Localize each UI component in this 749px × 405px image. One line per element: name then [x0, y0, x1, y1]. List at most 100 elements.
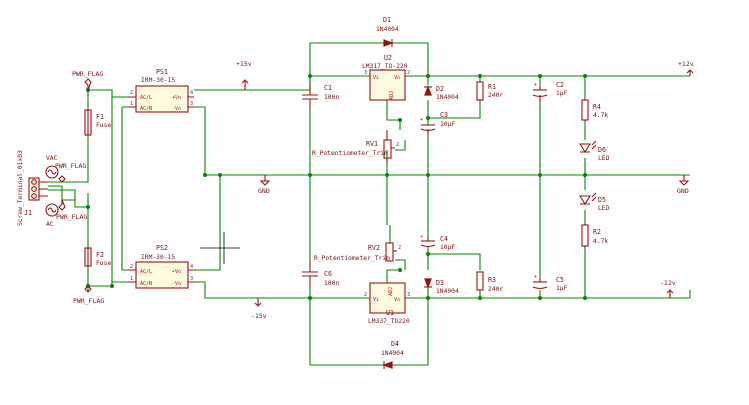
schematic-svg: PWR_FLAG PWR_FLAG PWR_FLAG PWR_FLAG Scre… — [17, 16, 694, 369]
power-n12v[interactable]: -12v — [660, 279, 676, 298]
led-d5[interactable]: D5 LED — [579, 192, 610, 212]
led-symbol — [579, 143, 591, 154]
diode-d2[interactable]: D2 1N4004 — [424, 85, 459, 101]
regulator-u2[interactable]: U2 LM317_TO-220 Vi Vo ADJ 3 2 — [362, 54, 410, 101]
svg-text:3: 3 — [407, 292, 410, 298]
junction — [398, 118, 402, 122]
wire-p15-rail — [194, 75, 370, 91]
c2-value: 1µF — [556, 90, 568, 97]
wire-ps2-vp — [194, 175, 221, 271]
capacitor-c5[interactable]: + C5 1µF — [532, 274, 568, 292]
wire-n15-rail — [194, 281, 370, 299]
u2-pin-vi: Vi — [373, 75, 379, 81]
sine-wave-icon — [47, 207, 57, 213]
svg-text:3: 3 — [190, 276, 193, 282]
potentiometer-rv1[interactable]: RV1 R_Potentiometer_Trim 2 — [312, 130, 399, 162]
power-gnd-left[interactable]: GND — [258, 175, 271, 195]
power-p15v[interactable]: +15v — [236, 60, 252, 90]
r2-value: 4.7k — [593, 238, 608, 245]
cap-plate-neg — [532, 286, 548, 290]
ground-icon — [259, 175, 271, 186]
diode-d1[interactable]: D1 1N4004 — [376, 16, 399, 47]
d6-ref: D6 — [598, 146, 606, 154]
potentiometer-rv2[interactable]: RV2 R_Potentiometer_Trim 2 — [314, 242, 401, 262]
pwr-flag-top[interactable]: PWR_FLAG — [72, 70, 103, 91]
svg-text:2: 2 — [364, 292, 367, 298]
power-n15v[interactable]: -15v — [251, 298, 267, 320]
svg-text:1: 1 — [130, 276, 133, 282]
pwr-flag-symbol — [58, 175, 66, 183]
ps2-value: IRM-30-15 — [141, 254, 175, 261]
capacitor-c3[interactable]: + C3 10µF — [420, 111, 455, 135]
led-d6[interactable]: D6 LED — [579, 140, 610, 162]
r3-ref: R3 — [488, 276, 496, 284]
svg-text:2: 2 — [398, 245, 401, 251]
power-supply-ps2[interactable]: PS2 IRM-30-15 AC/L AC/N +Vo -Vo 2 1 4 3 — [128, 244, 194, 289]
ps2-pin-acl: AC/L — [140, 269, 152, 275]
svg-text:4: 4 — [190, 90, 193, 96]
svg-text:2: 2 — [130, 90, 133, 96]
junction — [426, 296, 430, 300]
d5-ref: D5 — [598, 196, 606, 204]
svg-text:+: + — [420, 117, 423, 123]
r2-ref: R2 — [593, 228, 601, 236]
u1-value: LM337_TO220 — [368, 318, 410, 325]
pwr-flag-label: PWR_FLAG — [56, 213, 87, 221]
capacitor-c2[interactable]: + C2 1µF — [532, 81, 568, 103]
r4-ref: R4 — [593, 103, 601, 111]
c3-value: 10µF — [440, 121, 455, 128]
r1-ref: R1 — [488, 83, 496, 91]
capacitor-c4[interactable]: + C4 10µF — [420, 234, 455, 251]
resistor-r4[interactable]: R4 4.7k — [581, 99, 608, 121]
junction — [398, 268, 402, 272]
pwr-flag-label: PWR_FLAG — [73, 297, 104, 305]
pwr-flag-ac[interactable]: PWR_FLAG — [55, 162, 86, 183]
svg-text:+: + — [534, 274, 537, 280]
f1-ref: F1 — [96, 113, 104, 121]
resistor-r1[interactable]: R1 240r — [476, 81, 503, 101]
rv2-value: R_Potentiometer_Trim — [314, 255, 390, 262]
junction — [426, 173, 430, 177]
c1-value: 100n — [324, 94, 339, 101]
resistor-r3[interactable]: R3 240r — [476, 271, 503, 293]
fuse-f1[interactable]: F1 Fuse — [84, 109, 111, 136]
wire-u1-adj — [386, 269, 400, 283]
diode-d3[interactable]: D3 1N4004 — [424, 278, 459, 295]
d2-value: 1N4004 — [436, 94, 459, 101]
c3-ref: C3 — [440, 111, 448, 119]
fuse-f2[interactable]: F2 Fuse — [84, 247, 111, 267]
led-symbol — [579, 195, 591, 206]
power-p12v[interactable]: +12v — [678, 60, 694, 76]
junction — [538, 173, 542, 177]
junction — [218, 173, 222, 177]
pwr-flag-bottom[interactable]: PWR_FLAG — [73, 285, 104, 305]
ps2-pin-acn: AC/N — [140, 281, 152, 287]
junction — [538, 296, 542, 300]
power-supply-ps1[interactable]: PS1 IRM-30-15 AC/L AC/N +Vo -Vo 2 1 4 3 — [128, 68, 194, 113]
junction — [308, 296, 312, 300]
capacitor-c1[interactable]: C1 100n — [302, 84, 339, 110]
d2-ref: D2 — [436, 85, 444, 93]
ps2-pin-vp: +Vo — [172, 269, 181, 275]
regulator-u1[interactable]: Vi Vo ADJ 2 3 U1 LM337_TO220 — [364, 282, 410, 325]
rv1-ref: RV1 — [366, 140, 378, 148]
power-gnd-right[interactable]: GND — [677, 175, 690, 195]
arrow-up-icon — [686, 69, 694, 76]
capacitor-c6[interactable]: C6 100n — [302, 262, 339, 287]
resistor-r2[interactable]: R2 4.7k — [581, 224, 608, 247]
c4-ref: C4 — [440, 235, 448, 243]
wire-ac-bus-2 — [121, 106, 128, 271]
junction — [538, 74, 542, 78]
connector-j1[interactable]: Screw_Terminal_01x03 J1 — [17, 150, 48, 226]
svg-text:1: 1 — [130, 101, 133, 107]
svg-text:3: 3 — [190, 101, 193, 107]
ps2-ref: PS2 — [156, 244, 168, 252]
d4-value: 1N4004 — [381, 350, 404, 357]
r3-value: 240r — [488, 286, 503, 293]
wire-d4-loop — [309, 298, 429, 366]
pwr-flag-mid[interactable]: PWR_FLAG — [56, 199, 87, 221]
ps1-pin-acl: AC/L — [140, 95, 152, 101]
r4-value: 4.7k — [593, 112, 608, 119]
junction — [426, 74, 430, 78]
u1-pin-vo: Vo — [394, 297, 400, 303]
